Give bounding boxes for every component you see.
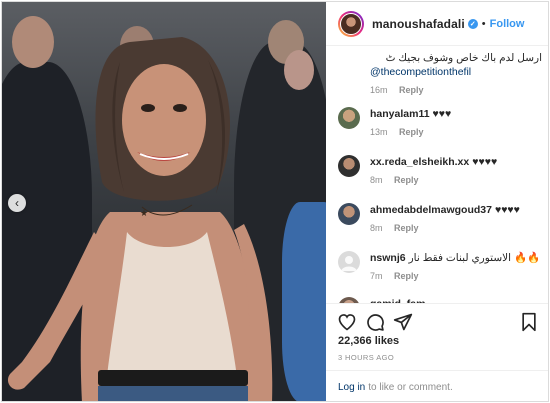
commenter-avatar[interactable] (338, 203, 360, 225)
comment-bubble-icon (367, 313, 384, 331)
comment-text: الاستوري لبنات فقط نار 🔥🔥 (408, 252, 541, 264)
subject-illustration: ★ (7, 37, 273, 401)
profile-avatar[interactable] (338, 10, 364, 37)
comment-text: ارسل لدم باك خاص وشوف بجيك ٹ (385, 52, 542, 64)
comment-username[interactable]: ahmedabdelmawgoud37 (370, 204, 492, 216)
login-link[interactable]: Log in (338, 382, 365, 393)
comment-meta: 8m Reply (370, 223, 542, 233)
comment-button[interactable] (364, 311, 386, 333)
comment-username[interactable]: nswnj6 (370, 252, 406, 264)
like-button[interactable] (336, 311, 358, 333)
comment-time: 8m (370, 175, 383, 185)
comment-text: ♥♥♥♥ (494, 204, 520, 216)
post-header: manoushafadali ✓ • Follow (326, 2, 548, 46)
comment-text: ♥♥♥♥ (472, 156, 498, 168)
commenter-avatar[interactable] (338, 155, 360, 177)
comment-time: 8m (370, 223, 383, 233)
comment-reply-button[interactable]: Reply (399, 85, 424, 95)
post-side-panel: manoushafadali ✓ • Follow ارسل لدم باك خ… (326, 2, 548, 401)
bookmark-icon (522, 312, 536, 331)
comment-username[interactable]: hanyalam11 (370, 108, 430, 120)
comments-list[interactable]: ارسل لدم باك خاص وشوف بجيك ٹ @thecompeti… (326, 47, 548, 303)
comment-reply-button[interactable]: Reply (394, 175, 419, 185)
carousel-prev-button[interactable]: ‹ (8, 194, 26, 212)
chevron-left-icon: ‹ (15, 196, 19, 210)
comment-time: 7m (370, 271, 383, 281)
comment-mention-link[interactable]: @thecompetitionthefil (370, 66, 471, 78)
comment-time: 16m (370, 85, 388, 95)
comment-time: 13m (370, 127, 388, 137)
likes-count[interactable]: 22,366 likes (338, 335, 399, 347)
comment-meta: 16m Reply (370, 85, 542, 95)
commenter-avatar-default[interactable] (338, 251, 360, 273)
comment-meta: 8m Reply (370, 175, 542, 185)
login-prompt: Log in to like or comment. (326, 370, 548, 401)
comment-meta: 7m Reply (370, 271, 542, 281)
comment-reply-button[interactable]: Reply (394, 223, 419, 233)
login-prompt-text: to like or comment. (368, 381, 453, 393)
comment-reply-button[interactable]: Reply (394, 271, 419, 281)
comment-reply-button[interactable]: Reply (399, 127, 424, 137)
commenter-avatar[interactable] (338, 107, 360, 129)
follow-button[interactable]: Follow (490, 18, 525, 30)
post-timestamp: 3 HOURS AGO (338, 353, 395, 362)
comment-username[interactable]: xx.reda_elsheikh.xx (370, 156, 469, 168)
header-separator: • (481, 17, 486, 30)
comment-text: ♥♥♥ (432, 108, 452, 120)
svg-text:★: ★ (140, 209, 148, 219)
verified-badge-icon: ✓ (467, 18, 478, 29)
avatar-image (340, 12, 362, 35)
heart-icon (338, 313, 356, 331)
post-username[interactable]: manoushafadali (372, 17, 465, 31)
default-avatar-icon (341, 256, 357, 271)
comment-meta: 13m Reply (370, 127, 542, 137)
instagram-post-embed: ★ ‹ manoushafadali ✓ • Follow ارسل لدم ب… (1, 1, 549, 402)
post-actions-bar (326, 303, 548, 339)
paper-plane-icon (393, 313, 413, 330)
post-photo[interactable]: ★ ‹ (2, 2, 326, 401)
save-button[interactable] (518, 311, 540, 333)
share-button[interactable] (392, 311, 414, 333)
